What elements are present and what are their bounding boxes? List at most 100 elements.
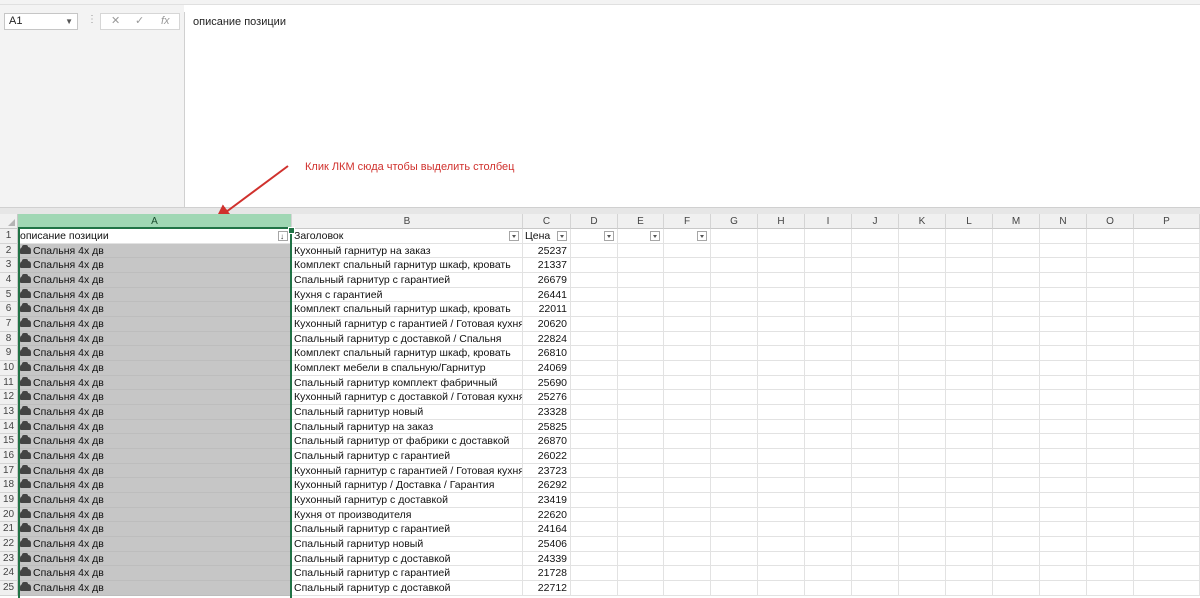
cell-b12[interactable]: Кухонный гарнитур с доставкой / Готовая … (292, 390, 523, 406)
cell-b3[interactable]: Комплект спальный гарнитур шкаф, кровать (292, 258, 523, 273)
cell-l3[interactable] (946, 258, 993, 273)
column-header-f[interactable]: F (664, 214, 711, 229)
cell-o5[interactable] (1087, 287, 1134, 303)
cell-o7[interactable] (1087, 317, 1134, 332)
column-header-h[interactable]: H (758, 214, 805, 229)
cell-g15[interactable] (711, 434, 758, 450)
cell-g9[interactable] (711, 346, 758, 362)
cell-h10[interactable] (758, 361, 805, 376)
cell-k17[interactable] (899, 463, 946, 479)
row-header-6[interactable]: 6 (0, 302, 18, 317)
cell-a13[interactable]: Спальня 4х дв (18, 405, 292, 420)
cell-o22[interactable] (1087, 537, 1134, 552)
cell-e25[interactable] (618, 581, 664, 596)
cell-b13[interactable]: Спальный гарнитур новый (292, 405, 523, 420)
cell-d18[interactable] (571, 478, 618, 494)
cell-e3[interactable] (618, 258, 664, 273)
cell-j11[interactable] (852, 375, 899, 391)
cell-d12[interactable] (571, 390, 618, 406)
cell-f4[interactable] (664, 273, 711, 288)
cell-l4[interactable] (946, 273, 993, 288)
cell-o14[interactable] (1087, 419, 1134, 435)
cell-c21[interactable]: 24164 (523, 522, 571, 538)
column-header-d[interactable]: D (571, 214, 618, 229)
filter-dropdown-icon[interactable] (604, 231, 614, 241)
row-header-1[interactable]: 1 (0, 229, 18, 244)
cell-n5[interactable] (1040, 287, 1087, 303)
cell-n22[interactable] (1040, 537, 1087, 552)
cell-i10[interactable] (805, 361, 852, 376)
cell-k14[interactable] (899, 419, 946, 435)
cell-p5[interactable] (1134, 287, 1200, 303)
cell-h7[interactable] (758, 317, 805, 332)
cell-f18[interactable] (664, 478, 711, 494)
cell-c10[interactable]: 24069 (523, 361, 571, 376)
cell-h13[interactable] (758, 405, 805, 420)
cell-j18[interactable] (852, 478, 899, 494)
cell-f1[interactable] (664, 229, 711, 244)
filter-dropdown-icon[interactable] (509, 231, 519, 241)
cell-p13[interactable] (1134, 405, 1200, 420)
cell-p12[interactable] (1134, 390, 1200, 406)
cell-c2[interactable]: 25237 (523, 243, 571, 259)
cell-d23[interactable] (571, 551, 618, 567)
cell-a19[interactable]: Спальня 4х дв (18, 493, 292, 508)
cell-o9[interactable] (1087, 346, 1134, 362)
cell-e11[interactable] (618, 375, 664, 391)
cell-l20[interactable] (946, 507, 993, 523)
cell-j24[interactable] (852, 566, 899, 582)
cell-b24[interactable]: Спальный гарнитур с гарантией (292, 566, 523, 582)
cell-l2[interactable] (946, 243, 993, 259)
cell-n13[interactable] (1040, 405, 1087, 420)
cell-o2[interactable] (1087, 243, 1134, 259)
cell-j6[interactable] (852, 302, 899, 317)
cell-f7[interactable] (664, 317, 711, 332)
cell-b10[interactable]: Комплект мебели в спальную/Гарнитур (292, 361, 523, 376)
cell-o11[interactable] (1087, 375, 1134, 391)
column-header-i[interactable]: I (805, 214, 852, 229)
cell-a5[interactable]: Спальня 4х дв (18, 287, 292, 303)
cell-a3[interactable]: Спальня 4х дв (18, 258, 292, 273)
cell-g20[interactable] (711, 507, 758, 523)
cell-i14[interactable] (805, 419, 852, 435)
row-header-21[interactable]: 21 (0, 522, 18, 538)
cell-g7[interactable] (711, 317, 758, 332)
cell-b25[interactable]: Спальный гарнитур с доставкой (292, 581, 523, 596)
cell-c23[interactable]: 24339 (523, 551, 571, 567)
cell-p20[interactable] (1134, 507, 1200, 523)
cell-c19[interactable]: 23419 (523, 493, 571, 508)
cell-g23[interactable] (711, 551, 758, 567)
cell-h3[interactable] (758, 258, 805, 273)
cell-o20[interactable] (1087, 507, 1134, 523)
cell-a9[interactable]: Спальня 4х дв (18, 346, 292, 362)
cell-h24[interactable] (758, 566, 805, 582)
cell-e10[interactable] (618, 361, 664, 376)
cell-i13[interactable] (805, 405, 852, 420)
cell-k22[interactable] (899, 537, 946, 552)
cell-j2[interactable] (852, 243, 899, 259)
cell-f21[interactable] (664, 522, 711, 538)
cell-h17[interactable] (758, 463, 805, 479)
cell-m8[interactable] (993, 331, 1040, 347)
cell-k16[interactable] (899, 449, 946, 464)
cell-a21[interactable]: Спальня 4х дв (18, 522, 292, 538)
cell-h20[interactable] (758, 507, 805, 523)
cell-g6[interactable] (711, 302, 758, 317)
cell-d6[interactable] (571, 302, 618, 317)
cell-n4[interactable] (1040, 273, 1087, 288)
row-header-14[interactable]: 14 (0, 419, 18, 435)
cell-a8[interactable]: Спальня 4х дв (18, 331, 292, 347)
cell-a6[interactable]: Спальня 4х дв (18, 302, 292, 317)
row-header-23[interactable]: 23 (0, 551, 18, 567)
cell-p16[interactable] (1134, 449, 1200, 464)
cell-m6[interactable] (993, 302, 1040, 317)
cell-n16[interactable] (1040, 449, 1087, 464)
cell-f15[interactable] (664, 434, 711, 450)
cell-l24[interactable] (946, 566, 993, 582)
cell-i11[interactable] (805, 375, 852, 391)
cell-d20[interactable] (571, 507, 618, 523)
cell-l15[interactable] (946, 434, 993, 450)
cell-f14[interactable] (664, 419, 711, 435)
cell-c7[interactable]: 20620 (523, 317, 571, 332)
cell-p1[interactable] (1134, 229, 1200, 244)
